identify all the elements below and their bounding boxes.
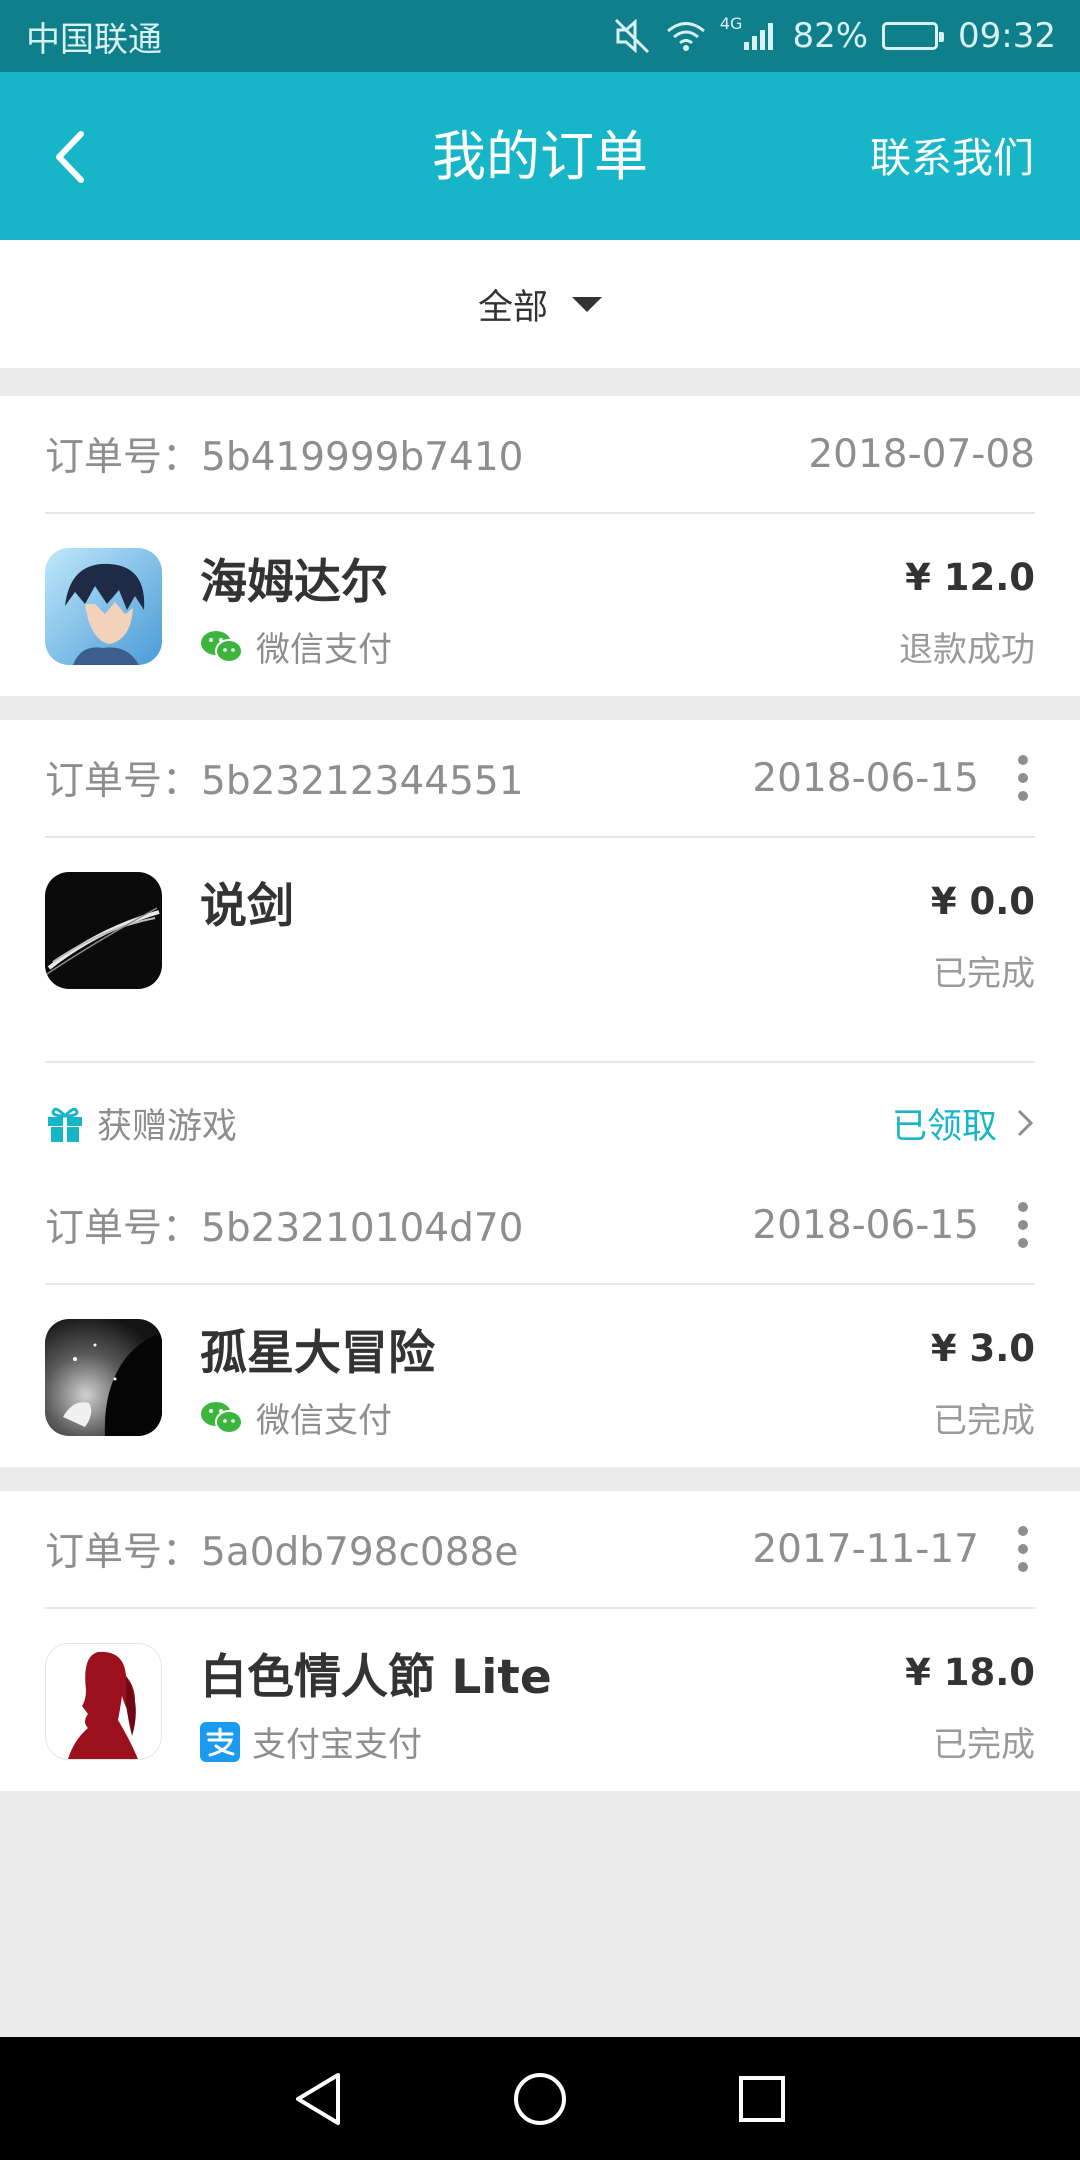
- wechat-pay-icon: [201, 1401, 243, 1434]
- mute-icon: [612, 18, 652, 54]
- order-header: 订单号：5b23210104d70 2018-06-15: [45, 1167, 1035, 1285]
- app-icon-white-valentine[interactable]: [45, 1643, 162, 1760]
- square-recents-icon: [739, 2075, 785, 2122]
- more-options-button[interactable]: [1011, 1202, 1035, 1248]
- order-status: 退款成功: [899, 630, 1035, 670]
- gift-icon: [48, 1107, 82, 1142]
- status-bar: 中国联通 4G 82% 09:32: [0, 0, 1080, 72]
- app-header: 我的订单 联系我们: [0, 72, 1080, 240]
- order-header: 订单号：5b419999b7410 2018-07-08: [45, 396, 1035, 514]
- order-price: ¥ 0.0: [930, 880, 1035, 923]
- payment-method: 微信支付: [200, 1393, 392, 1442]
- wechat-pay-icon: [201, 630, 243, 663]
- clock: 09:32: [958, 16, 1056, 56]
- payment-method-label: 微信支付: [256, 1401, 392, 1441]
- order-number: 订单号：5b23212344551: [45, 750, 752, 806]
- triangle-back-icon: [296, 2072, 340, 2125]
- chevron-right-icon: [1017, 1109, 1034, 1137]
- gift-status: 已领取: [891, 1106, 997, 1147]
- order-date: 2017-11-17: [752, 1526, 979, 1572]
- wifi-icon: [666, 20, 706, 52]
- order-status: 已完成: [933, 954, 1035, 994]
- nav-recents-button[interactable]: [726, 2063, 798, 2135]
- order-status: 已完成: [933, 1725, 1035, 1765]
- order-card[interactable]: 订单号：5b23212344551 2018-06-15 说剑 ¥ 0.0 已完…: [0, 720, 1080, 1183]
- network-type: 4G: [719, 14, 743, 33]
- order-id: 5a0db798c088e: [201, 1530, 519, 1575]
- gift-label: 获赠游戏: [97, 1106, 238, 1147]
- order-number-label: 订单号：: [45, 1530, 202, 1575]
- more-options-button[interactable]: [1011, 1526, 1035, 1572]
- app-name: 白色情人節 Lite: [200, 1650, 552, 1705]
- order-date: 2018-07-08: [808, 431, 1035, 477]
- app-icon-shuojian[interactable]: [45, 872, 162, 989]
- order-header: 订单号：5b23212344551 2018-06-15: [45, 720, 1035, 838]
- order-number: 订单号：5a0db798c088e: [45, 1521, 752, 1577]
- status-icons: 4G 82% 09:32: [612, 14, 1056, 56]
- gift-claimed-button[interactable]: 已领取: [892, 1098, 1035, 1149]
- order-number-label: 订单号：: [45, 1206, 202, 1251]
- system-nav-bar: [0, 2037, 1080, 2160]
- app-name: 说剑: [200, 879, 294, 934]
- app-icon-heimdall[interactable]: [45, 548, 162, 665]
- payment-method-label: 支付宝支付: [252, 1725, 422, 1765]
- battery-percent: 82%: [792, 16, 869, 56]
- order-number-label: 订单号：: [45, 759, 202, 804]
- filter-label: 全部: [477, 287, 548, 328]
- battery-icon: [882, 22, 945, 50]
- app-icon-lonely-star[interactable]: [45, 1319, 162, 1436]
- order-price: ¥ 12.0: [905, 556, 1035, 599]
- contact-us-button[interactable]: 联系我们: [870, 130, 1034, 186]
- carrier-label: 中国联通: [26, 19, 162, 60]
- nav-back-button[interactable]: [282, 2063, 354, 2135]
- order-id: 5b23212344551: [201, 759, 524, 804]
- order-number-label: 订单号：: [45, 435, 202, 480]
- order-id: 5b23210104d70: [201, 1206, 524, 1251]
- order-status: 已完成: [933, 1401, 1035, 1441]
- payment-method-label: 微信支付: [256, 630, 392, 670]
- order-id: 5b419999b7410: [201, 435, 524, 480]
- order-number: 订单号：5b419999b7410: [45, 426, 808, 482]
- order-price: ¥ 3.0: [930, 1327, 1035, 1370]
- order-filter-dropdown[interactable]: 全部: [0, 240, 1080, 368]
- nav-home-button[interactable]: [504, 2063, 576, 2135]
- order-card[interactable]: 订单号：5b419999b7410 2018-07-08 海姆达尔 微信支付 ¥…: [0, 396, 1080, 696]
- signal-icon: 4G: [720, 14, 779, 52]
- circle-home-icon: [514, 2072, 566, 2125]
- order-number: 订单号：5b23210104d70: [45, 1197, 752, 1253]
- payment-method: 微信支付: [200, 622, 392, 671]
- payment-method: 支付宝支付: [200, 1717, 422, 1766]
- order-header: 订单号：5a0db798c088e 2017-11-17: [45, 1491, 1035, 1609]
- alipay-icon: [200, 1721, 240, 1762]
- order-card[interactable]: 订单号：5b23210104d70 2018-06-15 孤星大冒险 微信支付 …: [0, 1167, 1080, 1467]
- order-date: 2018-06-15: [752, 755, 979, 801]
- gift-row: 获赠游戏 已领取: [45, 1061, 1035, 1183]
- app-name: 孤星大冒险: [200, 1326, 435, 1381]
- app-name: 海姆达尔: [200, 555, 388, 610]
- more-options-button[interactable]: [1011, 755, 1035, 801]
- order-date: 2018-06-15: [752, 1202, 979, 1248]
- caret-down-icon: [572, 296, 602, 312]
- order-card[interactable]: 订单号：5a0db798c088e 2017-11-17 白色情人節 Lite …: [0, 1491, 1080, 1791]
- order-price: ¥ 18.0: [905, 1651, 1035, 1694]
